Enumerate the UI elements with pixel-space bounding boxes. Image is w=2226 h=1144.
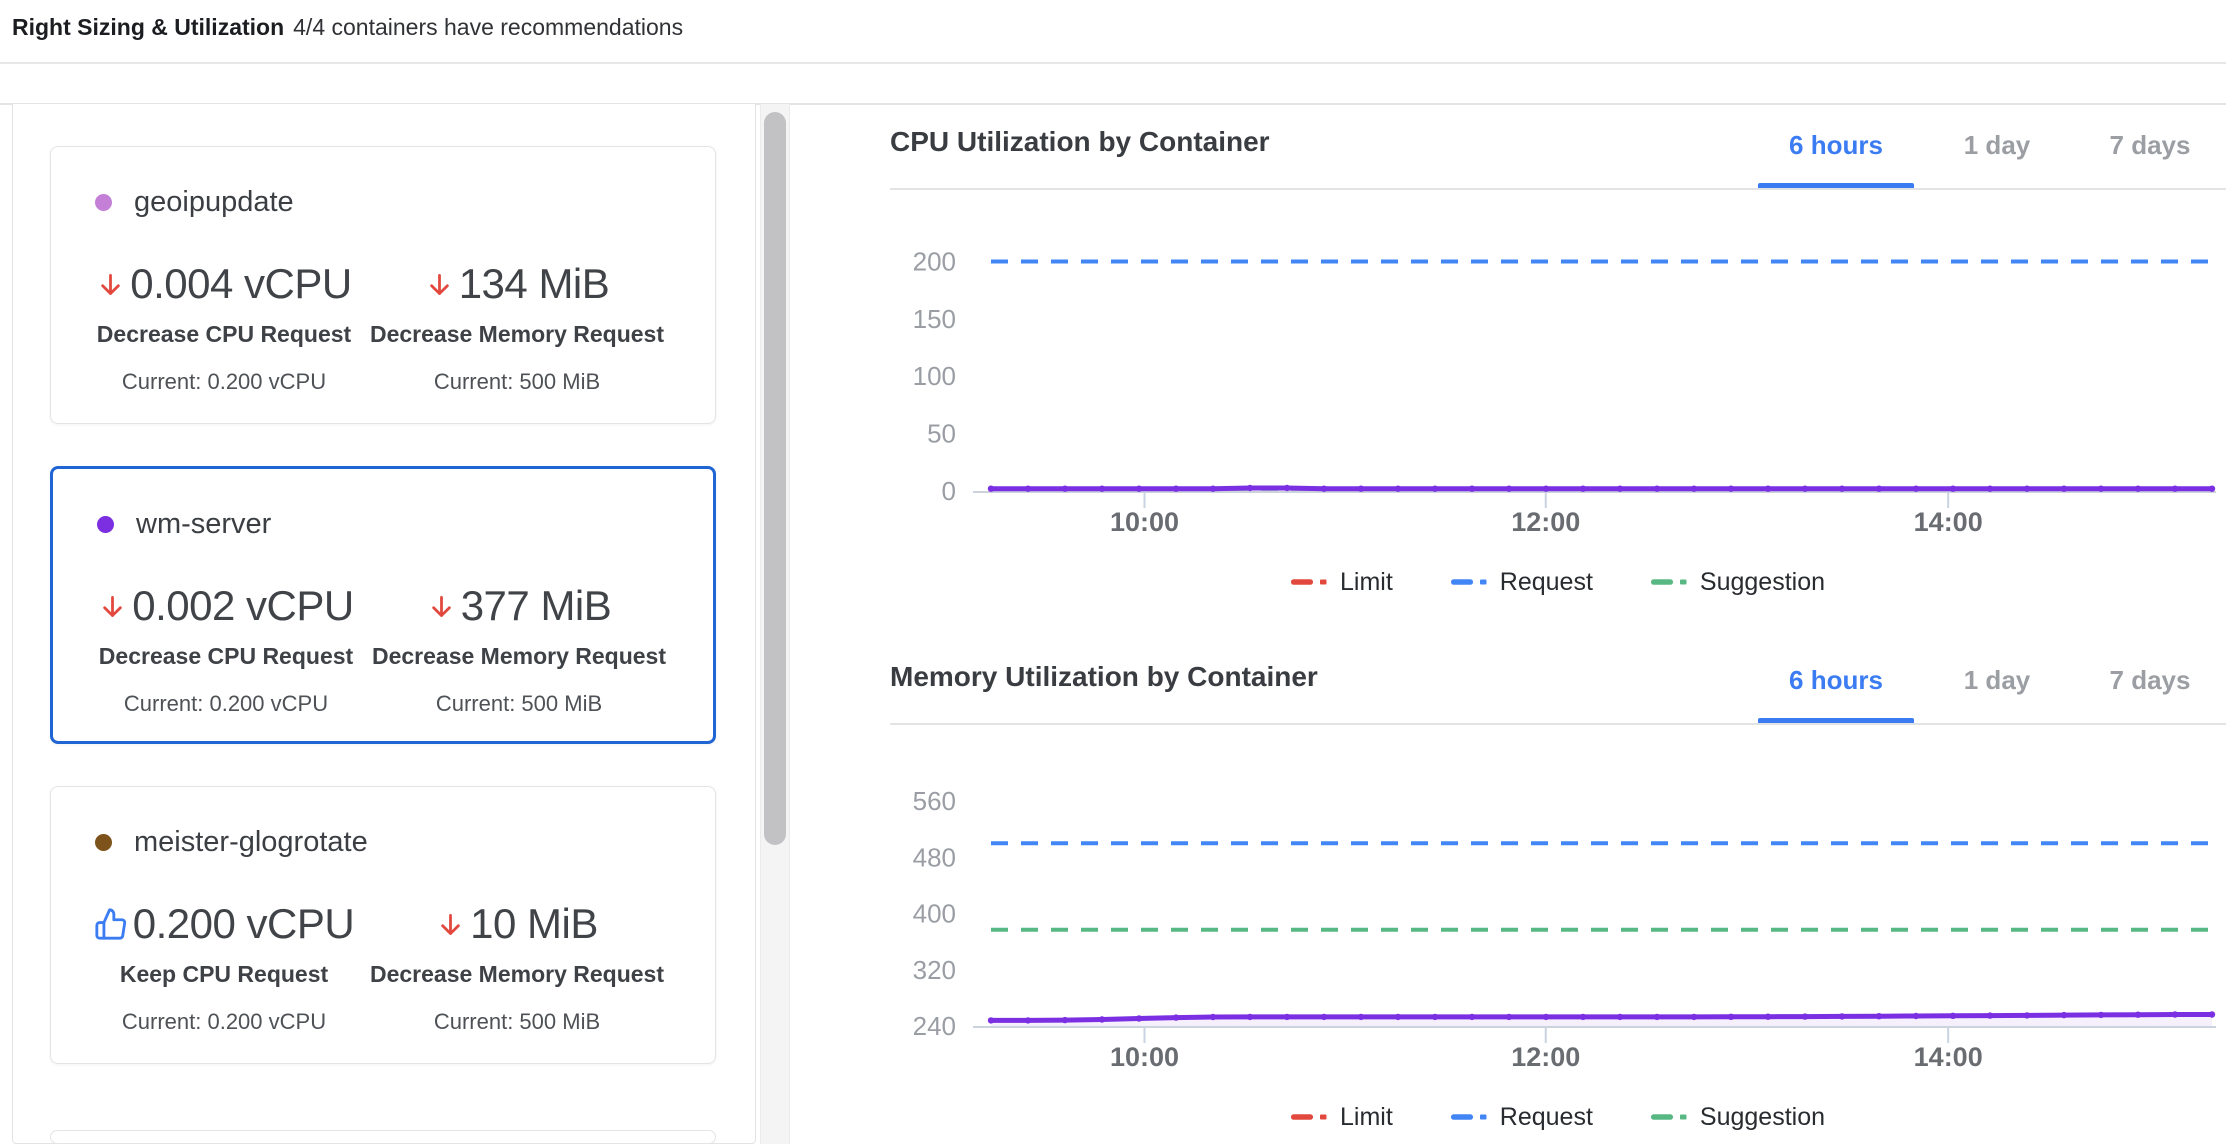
cpu-current-value: Current: 0.200 vCPU [79, 1008, 369, 1036]
page-subtitle: 4/4 containers have recommendations [293, 14, 683, 41]
page-header: Right Sizing & Utilization 4/4 container… [12, 14, 683, 41]
tab-6-hours[interactable]: 6 hours [1756, 100, 1916, 190]
svg-text:0: 0 [942, 476, 956, 506]
container-name: meister-glogrotate [134, 826, 368, 859]
svg-text:400: 400 [913, 899, 956, 929]
legend-item-limit: Limit [1291, 1103, 1393, 1132]
svg-text:50: 50 [927, 419, 956, 449]
container-name: geoipupdate [134, 186, 294, 219]
memory-recommendation-value: 10 MiB [470, 900, 598, 948]
chart-plot[interactable]: 240 320 400 480 560 10:00 12:00 14:00 [890, 725, 2226, 1075]
page-title: Right Sizing & Utilization [12, 14, 284, 41]
svg-text:14:00: 14:00 [1914, 507, 1983, 537]
chart-section-memory: Memory Utilization by Container 6 hours1… [890, 635, 2226, 1144]
legend-dash-icon [1291, 1111, 1327, 1123]
tab-7-days[interactable]: 7 days [2082, 100, 2218, 190]
legend-item-limit: Limit [1291, 568, 1393, 597]
cpu-recommendation-value: 0.002 vCPU [132, 582, 353, 630]
legend-item-request: Request [1451, 1103, 1593, 1132]
legend-dash-icon [1451, 1111, 1487, 1123]
container-color-dot [97, 516, 114, 533]
chart-title: CPU Utilization by Container [890, 126, 1270, 158]
chart-section-cpu: CPU Utilization by Container 6 hours1 da… [890, 100, 2226, 640]
svg-text:12:00: 12:00 [1511, 1042, 1580, 1072]
tab-1-day[interactable]: 1 day [1936, 635, 2058, 725]
cpu-recommendation-action: Keep CPU Request [79, 959, 369, 989]
container-card-wm-server[interactable]: wm-server 0.002 vCPU Decrease CPU Reques… [50, 466, 716, 744]
arrow-down-icon [436, 910, 465, 939]
svg-text:14:00: 14:00 [1914, 1042, 1983, 1072]
memory-recommendation-value: 377 MiB [461, 582, 612, 630]
memory-recommendation-value: 134 MiB [459, 260, 610, 308]
legend-dash-icon [1651, 576, 1687, 588]
container-card-meister-glogrotate[interactable]: meister-glogrotate 0.200 vCPU Keep CPU R… [50, 786, 716, 1064]
legend-item-suggestion: Suggestion [1651, 568, 1825, 597]
tab-1-day[interactable]: 1 day [1936, 100, 2058, 190]
arrow-down-icon [425, 270, 454, 299]
cpu-recommendation-value: 0.200 vCPU [133, 900, 354, 948]
container-card-geoipupdate[interactable]: geoipupdate 0.004 vCPU Decrease CPU Requ… [50, 146, 716, 424]
svg-text:200: 200 [913, 246, 956, 276]
legend-label: Suggestion [1700, 568, 1825, 597]
header-divider [0, 62, 2226, 64]
svg-text:10:00: 10:00 [1110, 1042, 1179, 1072]
cpu-recommendation-value: 0.004 vCPU [130, 260, 351, 308]
container-card-header: wm-server [97, 505, 271, 543]
memory-current-value: Current: 500 MiB [367, 368, 667, 396]
memory-recommendation-action: Decrease Memory Request [369, 641, 669, 671]
container-card-partial[interactable] [50, 1130, 716, 1144]
cpu-recommendation: 0.002 vCPU Decrease CPU Request Current:… [81, 575, 371, 718]
svg-text:100: 100 [913, 361, 956, 391]
cpu-recommendation: 0.200 vCPU Keep CPU Request Current: 0.2… [79, 893, 369, 1036]
arrow-down-icon [96, 270, 125, 299]
legend-label: Limit [1340, 568, 1393, 597]
right-sizing-page: { "header": { "title": "Right Sizing & U… [0, 0, 2226, 1144]
memory-recommendation: 134 MiB Decrease Memory Request Current:… [367, 253, 667, 396]
svg-text:560: 560 [913, 786, 956, 816]
cpu-current-value: Current: 0.200 vCPU [79, 368, 369, 396]
memory-recommendation-action: Decrease Memory Request [367, 959, 667, 989]
memory-recommendation-action: Decrease Memory Request [367, 319, 667, 349]
memory-current-value: Current: 500 MiB [367, 1008, 667, 1036]
svg-text:12:00: 12:00 [1511, 507, 1580, 537]
legend-dash-icon [1451, 576, 1487, 588]
container-name: wm-server [136, 508, 271, 541]
container-color-dot [95, 834, 112, 851]
cpu-recommendation-action: Decrease CPU Request [81, 641, 371, 671]
memory-recommendation: 377 MiB Decrease Memory Request Current:… [369, 575, 669, 718]
memory-recommendation: 10 MiB Decrease Memory Request Current: … [367, 893, 667, 1036]
legend-dash-icon [1651, 1111, 1687, 1123]
arrow-down-icon [427, 592, 456, 621]
svg-text:320: 320 [913, 955, 956, 985]
legend-item-suggestion: Suggestion [1651, 1103, 1825, 1132]
container-card-header: meister-glogrotate [95, 823, 368, 861]
legend-label: Request [1500, 1103, 1593, 1132]
legend-item-request: Request [1451, 568, 1593, 597]
chart-plot[interactable]: 0 50 100 150 200 10:00 12:00 14:00 [890, 190, 2226, 540]
scrollbar-thumb[interactable] [764, 112, 786, 845]
svg-text:480: 480 [913, 842, 956, 872]
svg-text:10:00: 10:00 [1110, 507, 1179, 537]
svg-text:150: 150 [913, 304, 956, 334]
legend-label: Request [1500, 568, 1593, 597]
cpu-recommendation-action: Decrease CPU Request [79, 319, 369, 349]
arrow-down-icon [98, 592, 127, 621]
memory-current-value: Current: 500 MiB [369, 690, 669, 718]
legend-label: Suggestion [1700, 1103, 1825, 1132]
thumbs-up-icon [94, 907, 128, 941]
chart-legend: Limit Request Suggestion [890, 1100, 2226, 1134]
cpu-current-value: Current: 0.200 vCPU [81, 690, 371, 718]
legend-dash-icon [1291, 576, 1327, 588]
tab-7-days[interactable]: 7 days [2082, 635, 2218, 725]
tab-6-hours[interactable]: 6 hours [1756, 635, 1916, 725]
cpu-recommendation: 0.004 vCPU Decrease CPU Request Current:… [79, 253, 369, 396]
container-color-dot [95, 194, 112, 211]
container-card-header: geoipupdate [95, 183, 294, 221]
svg-text:240: 240 [913, 1011, 956, 1041]
chart-legend: Limit Request Suggestion [890, 565, 2226, 599]
legend-label: Limit [1340, 1103, 1393, 1132]
chart-title: Memory Utilization by Container [890, 661, 1318, 693]
